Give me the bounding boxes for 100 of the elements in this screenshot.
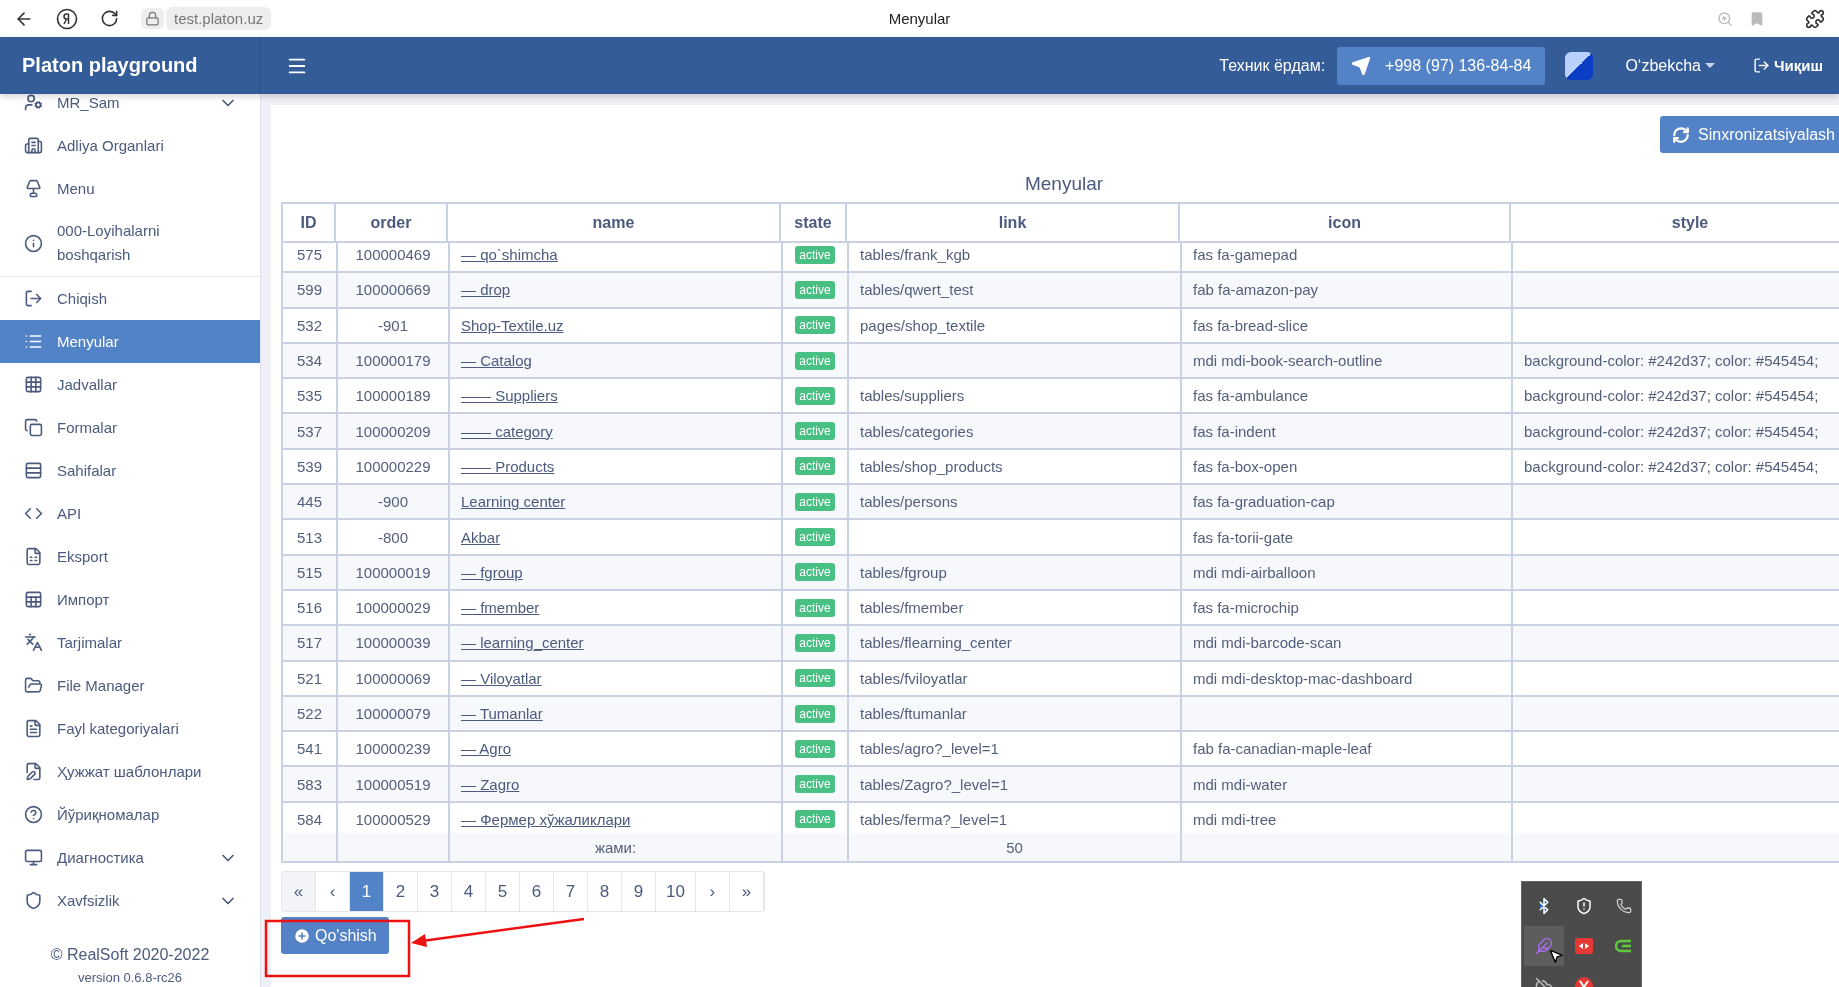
- menu-link[interactable]: — Viloyatlar: [461, 669, 542, 687]
- sync-button[interactable]: Sinxronizatsiyalash: [1660, 116, 1839, 153]
- column-header[interactable]: ID: [281, 202, 336, 243]
- page-heading: Menyular: [1023, 173, 1105, 195]
- add-button[interactable]: Qo'shish: [281, 917, 389, 954]
- address-field[interactable]: test.platon.uz: [166, 7, 272, 30]
- browser-icon[interactable]: [56, 7, 78, 30]
- sidebar-item[interactable]: 000-Loyihalarni boshqarish: [0, 210, 260, 276]
- sidebar-item[interactable]: Ҳужжат шаблонлари: [0, 750, 260, 793]
- caret-icon: [1705, 62, 1715, 69]
- phone-icon[interactable]: [1616, 898, 1632, 914]
- feather-icon[interactable]: [1535, 937, 1553, 955]
- menu-link[interactable]: —— Suppliers: [461, 387, 558, 405]
- grid-icon: [24, 375, 43, 394]
- menu-link[interactable]: — Zagro: [461, 775, 520, 793]
- menu-link[interactable]: Shop-Textile.uz: [461, 316, 564, 334]
- sidebar-item[interactable]: Sahifalar: [0, 449, 260, 492]
- sidebar-item[interactable]: Fayl kategoriyalari: [0, 707, 260, 750]
- plus-icon: [293, 926, 311, 945]
- arrows-icon[interactable]: [1575, 938, 1593, 954]
- sidebar-item[interactable]: Eksport: [0, 535, 260, 578]
- send-icon: [1351, 55, 1372, 76]
- status-badge: active: [795, 386, 835, 405]
- lock-icon: [145, 11, 160, 26]
- status-badge: active: [795, 280, 835, 299]
- logout-button[interactable]: Чиқиш: [1747, 56, 1829, 75]
- folder-icon: [24, 676, 43, 695]
- help-icon: [24, 805, 43, 824]
- status-badge: active: [795, 528, 835, 546]
- status-badge: active: [795, 492, 835, 511]
- status-badge: active: [795, 633, 835, 652]
- shield-icon[interactable]: [1575, 897, 1593, 915]
- table-icon: [24, 461, 43, 480]
- spreadsheet-file-icon: [24, 547, 43, 566]
- column-header[interactable]: link: [847, 202, 1180, 243]
- monitor-icon: [24, 848, 43, 867]
- app-logo-icon: [1565, 51, 1594, 80]
- sidebar-item[interactable]: Adliya Organlari: [0, 124, 260, 167]
- column-header[interactable]: icon: [1180, 202, 1511, 243]
- menu-link[interactable]: — Фермер хўжаликлари: [461, 810, 631, 828]
- status-badge: active: [795, 351, 835, 370]
- sidebar-item[interactable]: Tarjimalar: [0, 621, 260, 664]
- lamp-icon: [24, 179, 43, 198]
- exit-icon: [24, 289, 43, 308]
- status-badge: active: [795, 739, 835, 758]
- sidebar-item[interactable]: Йўриқномалар: [0, 793, 260, 836]
- menu-link[interactable]: Learning center: [461, 493, 566, 511]
- total-label: жами:: [450, 833, 783, 863]
- copyright-text: © RealSoft 2020-2022: [50, 946, 210, 964]
- menu-link[interactable]: —— Products: [461, 457, 555, 475]
- sidebar-item[interactable]: Jadvallar: [0, 363, 260, 406]
- sidebar-item[interactable]: File Manager: [0, 664, 260, 707]
- translate-icon: [24, 633, 43, 652]
- status-badge: active: [795, 457, 835, 476]
- sidebar-item[interactable]: API: [0, 492, 260, 535]
- menu-link[interactable]: — fmember: [461, 599, 540, 617]
- loop-icon[interactable]: [1615, 938, 1633, 954]
- page-link[interactable]: «: [282, 872, 316, 911]
- status-badge: active: [795, 704, 835, 723]
- sidebar-item[interactable]: Menyular: [0, 320, 260, 363]
- sidebar-item[interactable]: Xavfsizlik: [0, 879, 260, 922]
- status-badge: active: [795, 563, 835, 582]
- language-dropdown[interactable]: O‘zbekcha: [1619, 55, 1721, 76]
- sidebar-item[interactable]: Chiqish: [0, 277, 260, 320]
- total-value: 50: [849, 833, 1182, 863]
- shield-icon: [24, 891, 43, 910]
- cursor-icon: [1548, 948, 1564, 964]
- status-badge: active: [795, 775, 835, 794]
- support-label: Техник ёрдам:: [1219, 56, 1326, 75]
- document-icon: [24, 719, 43, 738]
- status-badge: active: [795, 245, 835, 264]
- status-badge: active: [795, 598, 835, 617]
- page-link[interactable]: 1: [350, 872, 384, 911]
- sidebar-item[interactable]: Импорт: [0, 578, 260, 621]
- info-icon: [24, 233, 43, 253]
- menu-link[interactable]: — Agro: [461, 740, 512, 758]
- version-text: version 0.6.8-rc26: [77, 970, 183, 985]
- menu-link[interactable]: — learning_center: [461, 634, 584, 652]
- menu-link[interactable]: — Catalog: [461, 352, 532, 370]
- menu-link[interactable]: — Tumanlar: [461, 705, 543, 722]
- phone-button[interactable]: +998 (97) 136-84-84: [1337, 46, 1546, 85]
- column-header[interactable]: name: [448, 202, 781, 243]
- sidebar-item[interactable]: Formalar: [0, 406, 260, 449]
- status-badge: active: [795, 316, 835, 335]
- menu-link[interactable]: — drop: [461, 281, 511, 299]
- page-title: Menyular: [888, 10, 951, 27]
- sidebar-item[interactable]: Диагностика: [0, 836, 260, 879]
- sidebar-item[interactable]: Menu: [0, 167, 260, 210]
- reload-icon[interactable]: [100, 9, 119, 28]
- menu-link[interactable]: —— category: [461, 422, 553, 440]
- status-badge: active: [795, 422, 835, 441]
- building-icon: [24, 136, 43, 155]
- menu-link[interactable]: — qo`shimcha: [461, 246, 558, 264]
- menu-link[interactable]: — fgroup: [461, 563, 523, 581]
- document-edit-icon: [24, 762, 43, 781]
- copy-icon: [24, 418, 43, 437]
- menu-link[interactable]: Akbar: [461, 528, 501, 546]
- sidebar-item[interactable]: MR_Sam: [0, 94, 260, 124]
- extensions-icon[interactable]: [1805, 8, 1825, 29]
- status-badge: active: [795, 669, 835, 688]
